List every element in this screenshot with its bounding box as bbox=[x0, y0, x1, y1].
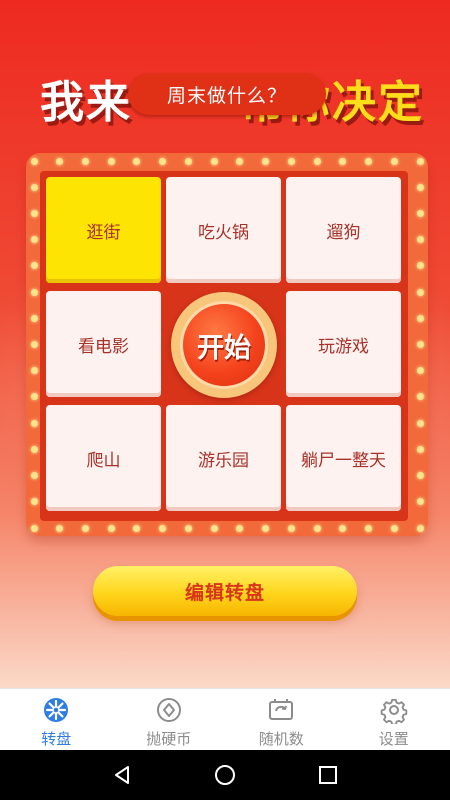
board-light-dot bbox=[416, 288, 424, 296]
tab-label: 随机数 bbox=[258, 730, 304, 748]
board-light-dot bbox=[416, 472, 424, 480]
board-light-dot bbox=[107, 157, 115, 165]
board-light-dot bbox=[30, 498, 38, 506]
recents-icon[interactable] bbox=[315, 762, 341, 788]
board-cell[interactable]: 吃火锅 bbox=[166, 177, 281, 283]
board-light-dot bbox=[30, 209, 38, 217]
board-light-dot bbox=[107, 524, 115, 532]
tab-wheel[interactable]: 转盘 bbox=[0, 689, 113, 750]
board-cell[interactable]: 躺尸一整天 bbox=[286, 405, 401, 511]
board-light-dot bbox=[210, 524, 218, 532]
board-light-dot bbox=[339, 157, 347, 165]
board-cell[interactable]: 看电影 bbox=[46, 291, 161, 397]
board-light-dot bbox=[416, 236, 424, 244]
board-light-dot bbox=[365, 524, 373, 532]
board-light-dot bbox=[416, 314, 424, 322]
board-light-dot bbox=[184, 157, 192, 165]
board-cell[interactable]: 爬山 bbox=[46, 405, 161, 511]
board-light-dot bbox=[416, 367, 424, 375]
tab-settings[interactable]: 设置 bbox=[338, 689, 450, 750]
board-light-dot bbox=[287, 524, 295, 532]
board-light-dot bbox=[416, 498, 424, 506]
bottom-tab-bar: 转盘 抛硬币 随机数 设置 bbox=[0, 688, 450, 750]
board-light-dot bbox=[30, 445, 38, 453]
start-button[interactable]: 开始 bbox=[171, 292, 277, 398]
board-light-dot bbox=[133, 157, 141, 165]
tab-coin[interactable]: 抛硬币 bbox=[113, 689, 226, 750]
board-light-dot bbox=[30, 341, 38, 348]
board-light-dot bbox=[30, 393, 38, 401]
board-light-dot bbox=[416, 262, 424, 270]
board-light-dot bbox=[416, 209, 424, 217]
board-light-dot bbox=[56, 157, 64, 165]
board-light-dot bbox=[210, 157, 218, 165]
board-light-dot bbox=[236, 157, 244, 165]
board-light-dot bbox=[30, 183, 38, 191]
tab-random-number[interactable]: 随机数 bbox=[225, 689, 338, 750]
back-icon[interactable] bbox=[109, 762, 135, 788]
board-light-dot bbox=[365, 157, 373, 165]
board-light-dot bbox=[30, 288, 38, 296]
board-light-dot bbox=[30, 236, 38, 244]
banner-text-left: 我来 bbox=[40, 77, 132, 128]
board-light-dot bbox=[30, 524, 38, 532]
wheel-icon bbox=[42, 696, 70, 724]
board-light-dot bbox=[416, 183, 424, 191]
board-light-dot bbox=[159, 524, 167, 532]
board-cell[interactable]: 游乐园 bbox=[166, 405, 281, 511]
board-light-dot bbox=[81, 157, 89, 165]
coin-icon bbox=[155, 696, 183, 724]
board-light-dot bbox=[262, 524, 270, 532]
board-light-dot bbox=[159, 157, 167, 165]
home-icon[interactable] bbox=[212, 762, 238, 788]
board-light-dot bbox=[30, 314, 38, 322]
question-title[interactable]: 周末做什么？ bbox=[128, 73, 326, 115]
tab-label: 设置 bbox=[378, 730, 409, 748]
start-button-label: 开始 bbox=[180, 301, 268, 389]
board-light-dot bbox=[262, 157, 270, 165]
system-nav-bar bbox=[0, 750, 450, 800]
board-light-dot bbox=[30, 262, 38, 270]
board-light-dot bbox=[416, 157, 424, 165]
board-cell[interactable]: 逛街 bbox=[46, 177, 161, 283]
board-light-dot bbox=[56, 524, 64, 532]
board-light-dot bbox=[390, 524, 398, 532]
board-light-dot bbox=[416, 393, 424, 401]
board-light-dot bbox=[30, 367, 38, 375]
board-light-dot bbox=[30, 472, 38, 480]
board-light-dot bbox=[313, 524, 321, 532]
board-light-dot bbox=[313, 157, 321, 165]
board-light-dot bbox=[30, 157, 38, 165]
tab-label: 抛硬币 bbox=[146, 730, 192, 748]
board-light-dot bbox=[184, 524, 192, 532]
gear-icon bbox=[380, 696, 408, 724]
random-number-icon bbox=[267, 696, 295, 724]
board-light-dot bbox=[416, 419, 424, 427]
board-light-dot bbox=[81, 524, 89, 532]
board-light-dot bbox=[416, 341, 424, 348]
edit-wheel-button[interactable]: 编辑转盘 bbox=[93, 566, 357, 616]
board-light-dot bbox=[416, 445, 424, 453]
board-cell[interactable]: 遛狗 bbox=[286, 177, 401, 283]
board-light-dot bbox=[287, 157, 295, 165]
board-light-dot bbox=[390, 157, 398, 165]
board-light-dot bbox=[339, 524, 347, 532]
board-light-dot bbox=[236, 524, 244, 532]
board-light-dot bbox=[416, 524, 424, 532]
board-cell[interactable]: 玩游戏 bbox=[286, 291, 401, 397]
board-light-dot bbox=[30, 419, 38, 427]
board-light-dot bbox=[133, 524, 141, 532]
tab-label: 转盘 bbox=[41, 730, 72, 748]
